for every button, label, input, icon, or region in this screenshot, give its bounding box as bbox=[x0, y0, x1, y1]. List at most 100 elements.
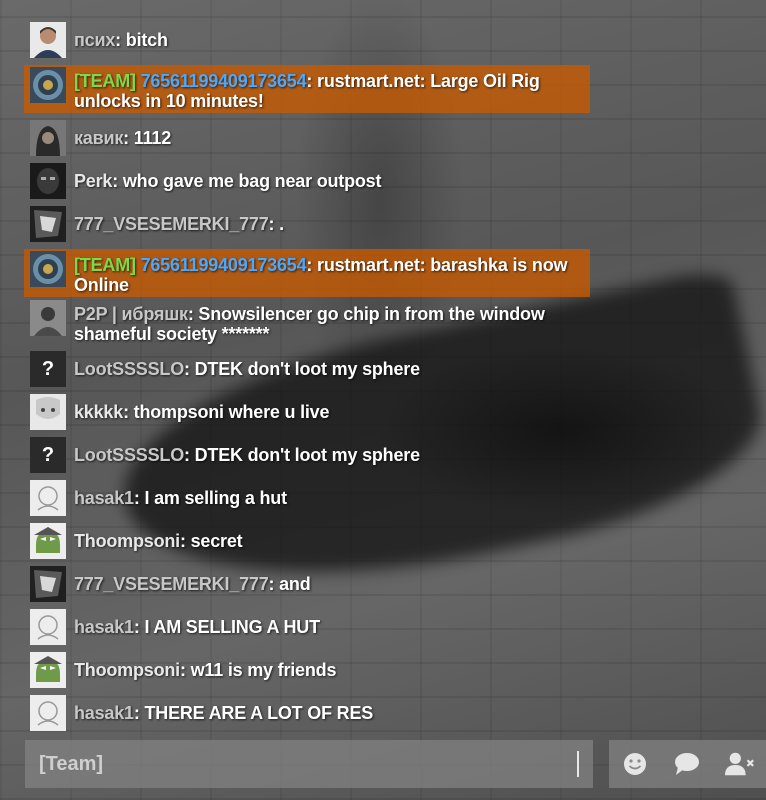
speech-bubble-icon bbox=[675, 753, 700, 775]
player-name[interactable]: 76561199409173654 bbox=[141, 71, 307, 91]
chat-message: hasak1: THERE ARE A LOT OF RES bbox=[30, 695, 590, 731]
chat-input[interactable]: [Team] bbox=[25, 740, 593, 788]
chat-message: ? LootSSSSLO: DTEK don't loot my sphere bbox=[30, 351, 590, 387]
anime-girl-avatar bbox=[30, 394, 66, 430]
player-name[interactable]: кавик bbox=[74, 128, 123, 148]
message-text: Thoompsoni: secret bbox=[74, 523, 243, 551]
separator: : bbox=[133, 703, 145, 723]
separator: : bbox=[179, 660, 191, 680]
chat-message: P2P | ибряшк: Snowsilencer go chip in fr… bbox=[30, 300, 590, 344]
pepe-frog-avatar bbox=[30, 652, 66, 688]
separator: : bbox=[115, 30, 126, 50]
player-name[interactable]: Thoompsoni bbox=[74, 660, 180, 680]
separator: : bbox=[123, 402, 134, 422]
chat-message: Thoompsoni: secret bbox=[30, 523, 590, 559]
message-text: псих: bitch bbox=[74, 22, 168, 50]
rust-team-logo-avatar bbox=[30, 67, 66, 103]
player-name[interactable]: hasak1 bbox=[74, 617, 134, 637]
anime-avatar bbox=[30, 206, 66, 242]
clan-tag: P2P | bbox=[74, 304, 122, 324]
player-name[interactable]: LootSSSSLO bbox=[74, 445, 184, 465]
message-text: [TEAM] 76561199409173654: rustmart.net: … bbox=[74, 67, 590, 111]
team-chat-message: [TEAM] 76561199409173654: rustmart.net: … bbox=[24, 65, 590, 113]
separator: : bbox=[112, 171, 123, 191]
message-text: kkkkk: thompsoni where u live bbox=[74, 394, 330, 422]
message-body: bitch bbox=[125, 30, 168, 50]
message-body: w11 is my friends bbox=[190, 660, 337, 680]
separator: : bbox=[133, 488, 145, 508]
player-name[interactable]: hasak1 bbox=[74, 703, 134, 723]
player-name[interactable]: 777_VSESEMERKI_777 bbox=[74, 214, 269, 234]
message-text: 777_VSESEMERKI_777: . bbox=[74, 206, 284, 234]
person-photo-avatar bbox=[30, 22, 66, 58]
message-text: LootSSSSLO: DTEK don't loot my sphere bbox=[74, 437, 420, 465]
message-body: I am selling a hut bbox=[144, 488, 287, 508]
separator: : bbox=[268, 214, 280, 234]
chat-message: kkkkk: thompsoni where u live bbox=[30, 394, 590, 430]
mask-avatar bbox=[30, 163, 66, 199]
message-body: and bbox=[279, 574, 311, 594]
chat-message: 777_VSESEMERKI_777: and bbox=[30, 566, 590, 602]
pepe-frog-avatar bbox=[30, 523, 66, 559]
message-body: who gave me bag near outpost bbox=[122, 171, 382, 191]
message-body: secret bbox=[190, 531, 243, 551]
separator: : bbox=[179, 531, 191, 551]
chat-message: hasak1: I AM SELLING A HUT bbox=[30, 609, 590, 645]
player-name[interactable]: Perk bbox=[74, 171, 112, 191]
player-name[interactable]: LootSSSSLO bbox=[74, 359, 184, 379]
separator: : bbox=[187, 304, 199, 324]
separator: : bbox=[306, 255, 318, 275]
separator: : bbox=[306, 71, 318, 91]
separator: : bbox=[133, 617, 145, 637]
message-text: 777_VSESEMERKI_777: and bbox=[74, 566, 311, 594]
player-name[interactable]: псих bbox=[74, 30, 115, 50]
message-body: THERE ARE A LOT OF RES bbox=[144, 703, 374, 723]
emoji-button[interactable] bbox=[620, 749, 650, 779]
chat-input-placeholder: [Team] bbox=[39, 753, 104, 775]
question-mark-icon: ? bbox=[41, 443, 55, 466]
team-tag: [TEAM] bbox=[74, 255, 136, 275]
chat-channel-button[interactable] bbox=[672, 749, 702, 779]
separator: : bbox=[268, 574, 280, 594]
user-remove-icon bbox=[724, 752, 754, 776]
team-tag: [TEAM] bbox=[74, 71, 136, 91]
chat-message: кавик: 1112 bbox=[30, 120, 590, 156]
message-text: [TEAM] 76561199409173654: rustmart.net: … bbox=[74, 251, 590, 295]
message-body: DTEK don't loot my sphere bbox=[194, 359, 420, 379]
chat-message: псих: bitch bbox=[30, 22, 590, 58]
message-text: кавик: 1112 bbox=[74, 120, 171, 148]
chat-message: Perk: who gave me bag near outpost bbox=[30, 163, 590, 199]
separator: : bbox=[123, 128, 134, 148]
message-text: P2P | ибряшк: Snowsilencer go chip in fr… bbox=[74, 300, 590, 344]
player-name[interactable]: 76561199409173654 bbox=[141, 255, 307, 275]
message-text: Thoompsoni: w11 is my friends bbox=[74, 652, 336, 680]
sketch-avatar bbox=[30, 695, 66, 731]
player-name[interactable]: 777_VSESEMERKI_777 bbox=[74, 574, 269, 594]
sketch-avatar bbox=[30, 480, 66, 516]
player-name[interactable]: kkkkk bbox=[74, 402, 123, 422]
soldier-avatar bbox=[30, 300, 66, 336]
question-mark-icon: ? bbox=[41, 357, 55, 380]
message-text: LootSSSSLO: DTEK don't loot my sphere bbox=[74, 351, 420, 379]
message-text: hasak1: THERE ARE A LOT OF RES bbox=[74, 695, 373, 723]
question-mark-avatar: ? bbox=[30, 437, 66, 473]
chat-message: 777_VSESEMERKI_777: . bbox=[30, 206, 590, 242]
smiley-icon bbox=[624, 753, 647, 775]
message-text: hasak1: I am selling a hut bbox=[74, 480, 287, 508]
chat-message: ? LootSSSSLO: DTEK don't loot my sphere bbox=[30, 437, 590, 473]
mute-user-button[interactable] bbox=[724, 749, 755, 779]
chat-message: Thoompsoni: w11 is my friends bbox=[30, 652, 590, 688]
rust-team-logo-avatar bbox=[30, 251, 66, 287]
chat-message: hasak1: I am selling a hut bbox=[30, 480, 590, 516]
anime-avatar bbox=[30, 566, 66, 602]
text-caret bbox=[577, 751, 579, 777]
sketch-avatar bbox=[30, 609, 66, 645]
player-name[interactable]: Thoompsoni bbox=[74, 531, 180, 551]
player-name[interactable]: hasak1 bbox=[74, 488, 134, 508]
player-name[interactable]: ибряшк bbox=[122, 304, 188, 324]
separator: : bbox=[184, 445, 195, 465]
chat-log: псих: bitch [TEAM] 76561199409173654: ru… bbox=[24, 22, 590, 738]
message-text: hasak1: I AM SELLING A HUT bbox=[74, 609, 320, 637]
message-body: DTEK don't loot my sphere bbox=[194, 445, 420, 465]
question-mark-avatar: ? bbox=[30, 351, 66, 387]
